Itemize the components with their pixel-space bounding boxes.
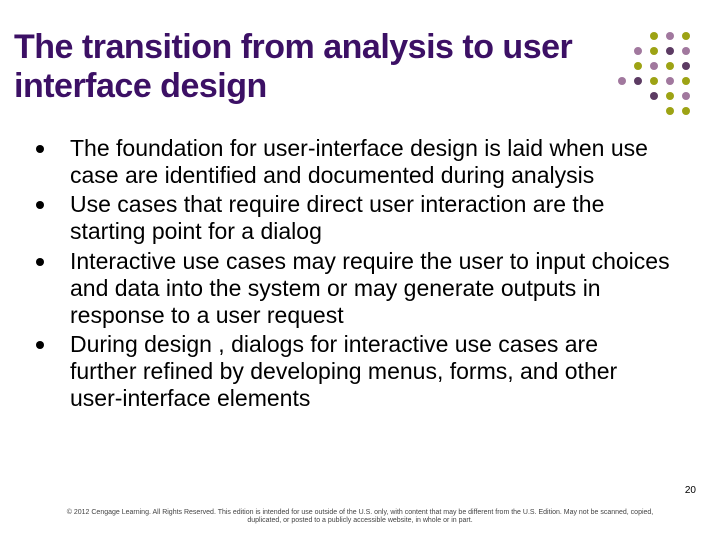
bullet-text: Use cases that require direct user inter… [70,191,604,244]
bullet-text: Interactive use cases may require the us… [70,248,670,328]
bullet-item: During design , dialogs for interactive … [30,331,670,412]
dot-icon [650,62,658,70]
dot-icon [682,77,690,85]
dot-icon [666,32,674,40]
dot-icon [682,62,690,70]
slide-title: The transition from analysis to user int… [14,28,614,106]
dot-icon [634,77,642,85]
bullet-text: The foundation for user-interface design… [70,135,648,188]
dot-icon [650,32,658,40]
decorative-dots [616,32,706,122]
bullet-item: Interactive use cases may require the us… [30,248,670,329]
bullet-item: The foundation for user-interface design… [30,135,670,189]
bullet-list: The foundation for user-interface design… [30,135,670,412]
slide: The transition from analysis to user int… [0,0,720,540]
dot-icon [682,47,690,55]
dot-icon [666,47,674,55]
dot-icon [618,77,626,85]
page-number: 20 [685,485,696,496]
dot-icon [634,62,642,70]
dot-icon [666,92,674,100]
dot-icon [666,107,674,115]
dot-icon [682,92,690,100]
dot-icon [650,77,658,85]
bullet-text: During design , dialogs for interactive … [70,331,617,411]
content-area: The foundation for user-interface design… [30,135,670,414]
dot-icon [682,32,690,40]
bullet-item: Use cases that require direct user inter… [30,191,670,245]
dot-icon [650,47,658,55]
dot-icon [634,47,642,55]
dot-icon [650,92,658,100]
dot-icon [666,77,674,85]
dot-icon [666,62,674,70]
copyright-text: © 2012 Cengage Learning. All Rights Rese… [0,509,720,527]
dot-icon [682,107,690,115]
